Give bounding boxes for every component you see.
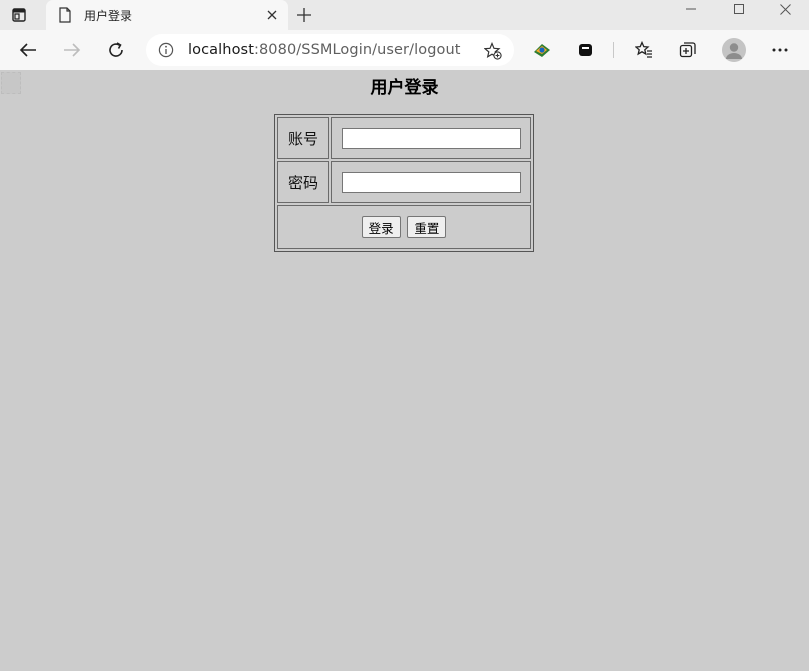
account-input[interactable]: [342, 127, 521, 149]
browser-toolbar: localhost:8080/SSMLogin/user/logout 1: [0, 30, 809, 94]
refresh-button[interactable]: [105, 39, 127, 61]
extension-button[interactable]: [531, 39, 553, 61]
favorites-icon: [635, 41, 652, 58]
collections-extension-button[interactable]: [575, 39, 597, 61]
login-form-table: 账号 密码 登录 重置: [274, 114, 534, 252]
browser-window: 用户登录 localhost:8080/SSMLogin/user/logout…: [0, 0, 809, 671]
tab-close-button[interactable]: [264, 7, 280, 23]
maximize-icon: [734, 4, 744, 14]
page-title: 用户登录: [370, 78, 439, 98]
profile-icon: [722, 38, 746, 62]
tab-strip: 用户登录: [0, 0, 809, 30]
tab-actions-icon: [12, 8, 26, 22]
active-tab[interactable]: 用户登录: [46, 0, 288, 30]
account-input-cell: [331, 117, 531, 159]
reset-button[interactable]: 重置: [407, 216, 447, 238]
page-content: 用户登录 账号 密码 登录 重置: [0, 70, 809, 671]
extension-icon: [534, 44, 550, 57]
window-close-button[interactable]: [762, 0, 808, 18]
minimize-button[interactable]: [668, 0, 714, 18]
forward-button[interactable]: [61, 39, 83, 61]
back-arrow-icon: [19, 43, 36, 57]
profile-button[interactable]: [722, 38, 746, 62]
favorites-button[interactable]: [633, 39, 655, 61]
forward-arrow-icon: [64, 43, 81, 57]
account-row: 账号: [277, 117, 531, 159]
minimize-icon: [686, 8, 696, 10]
address-bar[interactable]: localhost:8080/SSMLogin/user/logout: [146, 34, 514, 66]
add-favorite-icon[interactable]: [484, 42, 502, 60]
account-label: 账号: [277, 117, 329, 159]
refresh-icon: [109, 42, 123, 57]
login-button[interactable]: 登录: [361, 216, 401, 238]
window-close-icon: [779, 3, 791, 15]
close-icon: [267, 10, 277, 20]
password-row: 密码: [277, 161, 531, 203]
back-button[interactable]: [17, 39, 39, 61]
plus-icon: [297, 8, 311, 22]
button-row: 登录 重置: [277, 205, 531, 249]
url-path: :8080/SSMLogin/user/logout: [254, 42, 461, 58]
password-input-cell: [331, 161, 531, 203]
more-icon: [772, 48, 788, 52]
maximize-button[interactable]: [716, 0, 762, 18]
new-tab-button[interactable]: [294, 5, 314, 25]
collections-button[interactable]: [677, 39, 699, 61]
button-cell: 登录 重置: [277, 205, 531, 249]
info-icon[interactable]: [158, 42, 174, 58]
collections-extension-icon: [579, 44, 592, 56]
tab-title: 用户登录: [84, 9, 133, 23]
tab-actions-button[interactable]: [10, 6, 28, 24]
url-text: localhost:8080/SSMLogin/user/logout: [188, 42, 461, 58]
more-button[interactable]: [769, 39, 791, 61]
url-host: localhost: [188, 42, 254, 58]
page-icon: [59, 7, 71, 23]
collections-icon: [679, 42, 696, 58]
password-input[interactable]: [342, 171, 521, 193]
toolbar-divider: [613, 42, 614, 58]
password-label: 密码: [277, 161, 329, 203]
